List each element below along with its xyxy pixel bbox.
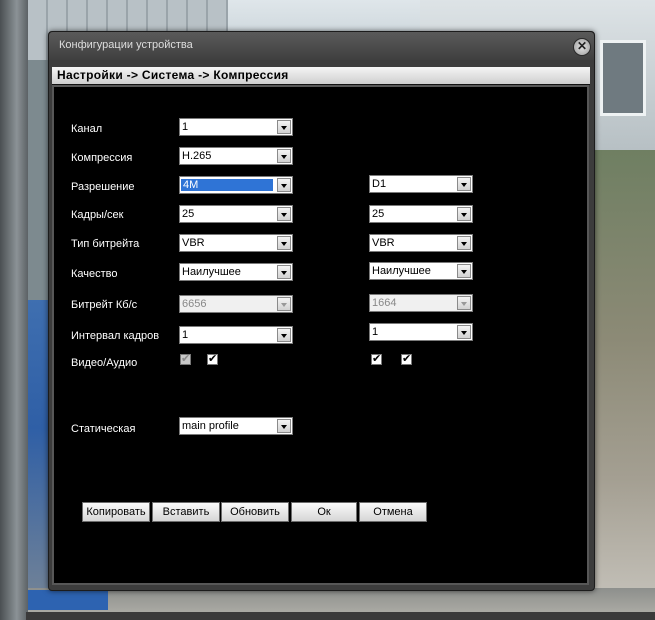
breadcrumb-bar: Настройки -> Система -> Компрессия — [52, 67, 590, 85]
extra-bitrate-select: 1664 — [369, 294, 473, 312]
dialog-title: Конфигурации устройства — [59, 39, 193, 51]
extra-resolution-value: D1 — [372, 178, 387, 190]
extra-fps-select[interactable]: 25 — [369, 205, 473, 223]
extra-frame-interval-select[interactable]: 1 — [369, 323, 473, 341]
device-config-dialog: Конфигурации устройства ✕ Настройки -> С… — [48, 31, 595, 591]
video-audio-label: Видео/Аудио — [71, 357, 138, 369]
channel-select[interactable]: 1 — [179, 118, 293, 136]
static-profile-select[interactable]: main profile — [179, 417, 293, 435]
feed-blue-object — [28, 590, 108, 610]
extra-quality-select[interactable]: Наилучшее — [369, 262, 473, 280]
chevron-down-icon[interactable] — [457, 236, 471, 250]
chevron-down-icon — [277, 297, 291, 311]
main-fps-select[interactable]: 25 — [179, 205, 293, 223]
cancel-button[interactable]: Отмена — [359, 502, 427, 522]
feed-left-wall — [0, 0, 28, 620]
extra-frame-interval-value: 1 — [372, 326, 379, 338]
feed-bottom-bar — [26, 612, 655, 620]
main-frame-interval-select[interactable]: 1 — [179, 326, 293, 344]
chevron-down-icon[interactable] — [457, 177, 471, 191]
main-quality-value: Наилучшее — [182, 266, 241, 278]
chevron-down-icon[interactable] — [457, 207, 471, 221]
extra-audio-checkbox[interactable] — [401, 352, 412, 365]
chevron-down-icon[interactable] — [277, 120, 291, 134]
refresh-button[interactable]: Обновить — [221, 502, 289, 522]
fps-label: Кадры/сек — [71, 209, 124, 221]
main-quality-select[interactable]: Наилучшее — [179, 263, 293, 281]
extra-bitrate-type-value: VBR — [372, 237, 395, 249]
feed-left-ground — [28, 300, 50, 620]
extra-bitrate-type-select[interactable]: VBR — [369, 234, 473, 252]
extra-quality-value: Наилучшее — [372, 265, 431, 277]
extra-bitrate-value: 1664 — [372, 297, 397, 309]
chevron-down-icon[interactable] — [277, 149, 291, 163]
chevron-down-icon[interactable] — [277, 236, 291, 250]
channel-value: 1 — [182, 121, 189, 133]
breadcrumb: Настройки -> Система -> Компрессия — [57, 68, 289, 82]
compression-label: Компрессия — [71, 152, 133, 164]
chevron-down-icon[interactable] — [277, 328, 291, 342]
compression-settings-panel: Канал Компрессия Разрешение Кадры/сек Ти… — [52, 85, 589, 585]
close-icon[interactable]: ✕ — [573, 38, 591, 56]
main-audio-checkbox[interactable] — [207, 352, 218, 365]
ok-button[interactable]: Ок — [291, 502, 357, 522]
main-resolution-select[interactable]: 4M — [179, 176, 293, 194]
chevron-down-icon[interactable] — [457, 264, 471, 278]
main-resolution-value: 4M — [181, 179, 273, 191]
feed-yard — [590, 150, 655, 620]
main-video-checkbox — [180, 352, 191, 365]
quality-label: Качество — [71, 268, 118, 280]
bitrate-label: Битрейт Кб/с — [71, 299, 138, 311]
chevron-down-icon[interactable] — [457, 325, 471, 339]
chevron-down-icon[interactable] — [277, 265, 291, 279]
main-bitrate-value: 6656 — [182, 298, 207, 310]
chevron-down-icon — [457, 296, 471, 310]
extra-fps-value: 25 — [372, 208, 385, 220]
paste-button[interactable]: Вставить — [152, 502, 220, 522]
feed-window — [600, 40, 646, 116]
chevron-down-icon[interactable] — [277, 207, 291, 221]
main-fps-value: 25 — [182, 208, 195, 220]
compression-value: H.265 — [182, 150, 212, 162]
main-frame-interval-value: 1 — [182, 329, 189, 341]
static-profile-value: main profile — [182, 420, 239, 432]
main-bitrate-type-value: VBR — [182, 237, 205, 249]
chevron-down-icon[interactable] — [277, 419, 291, 433]
copy-button[interactable]: Копировать — [82, 502, 150, 522]
main-bitrate-select: 6656 — [179, 295, 293, 313]
channel-label: Канал — [71, 123, 103, 135]
extra-resolution-select[interactable]: D1 — [369, 175, 473, 193]
resolution-label: Разрешение — [71, 181, 135, 193]
extra-video-checkbox[interactable] — [371, 352, 382, 365]
static-label: Статическая — [71, 423, 136, 435]
bitrate-type-label: Тип битрейта — [71, 238, 140, 250]
main-bitrate-type-select[interactable]: VBR — [179, 234, 293, 252]
compression-select[interactable]: H.265 — [179, 147, 293, 165]
frame-interval-label: Интервал кадров — [71, 330, 160, 342]
dialog-titlebar[interactable]: Конфигурации устройства ✕ — [49, 32, 594, 60]
chevron-down-icon[interactable] — [277, 178, 291, 192]
